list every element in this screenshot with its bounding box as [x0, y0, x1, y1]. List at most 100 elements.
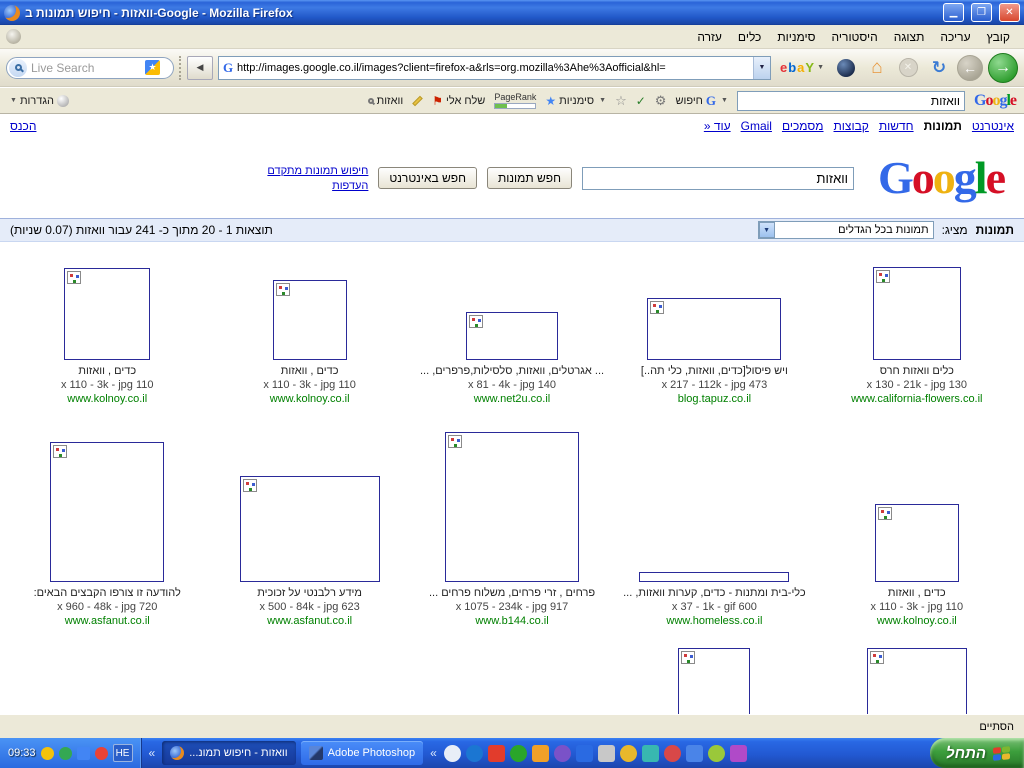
url-bar[interactable]: G http://images.google.co.il/images?clie…: [218, 55, 771, 80]
select-arrow-icon[interactable]: ▼: [758, 222, 775, 238]
toolbar-settings-button[interactable]: ▼ הגדרות: [8, 94, 69, 107]
menu-history[interactable]: היסטוריה: [824, 27, 886, 47]
dropdown-history-button[interactable]: ◀: [187, 55, 213, 80]
taskbar-chevron-icon[interactable]: «: [147, 746, 158, 760]
ebay-dropdown-caret[interactable]: ▼: [817, 64, 824, 71]
toolbar-search-button[interactable]: חיפוש G ▼: [675, 93, 728, 109]
menu-help[interactable]: עזרה: [689, 27, 730, 47]
quick-launch-icon[interactable]: [575, 744, 593, 762]
result-url[interactable]: www.california-flowers.co.il: [816, 392, 1018, 406]
minimize-button[interactable]: ▁: [943, 3, 964, 22]
tray-antivirus-icon[interactable]: [58, 746, 72, 760]
menu-file[interactable]: קובץ: [979, 27, 1018, 47]
url-text[interactable]: http://images.google.co.il/images?client…: [237, 62, 753, 74]
result-url[interactable]: blog.tapuz.co.il: [613, 392, 815, 406]
menu-bookmarks[interactable]: סימניות: [769, 27, 823, 47]
link-more[interactable]: עוד «: [704, 119, 731, 133]
result-url[interactable]: www.kolnoy.co.il: [6, 392, 208, 406]
result-caption[interactable]: כלים וואזות חרס: [816, 364, 1018, 378]
highlight-button[interactable]: וואזות: [367, 95, 403, 107]
link-news[interactable]: חדשות: [879, 119, 914, 133]
taskbar-button-firefox[interactable]: וואזות - חיפוש תמונ...: [162, 741, 296, 765]
language-indicator[interactable]: HE: [112, 744, 133, 762]
quick-launch-icon[interactable]: [553, 744, 571, 762]
url-dropdown-button[interactable]: ▼: [752, 56, 770, 79]
result-caption[interactable]: כדים , וואזות: [816, 586, 1018, 600]
result-caption[interactable]: מידע רלבנטי על זכוכית: [208, 586, 410, 600]
ebay-button[interactable]: e b a Y ▼: [776, 56, 828, 80]
search-engine-icon[interactable]: ★: [145, 60, 160, 75]
result-caption[interactable]: ... אגרטלים, וואזות, סלסילות,פרפרים, ...: [411, 364, 613, 378]
result-thumbnail[interactable]: [272, 280, 347, 360]
bookmarks-button[interactable]: ★ סימניות ▼: [545, 94, 606, 108]
sign-in-link[interactable]: הכנס: [10, 119, 36, 133]
result-caption[interactable]: כדים , וואזות: [6, 364, 208, 378]
marker-button[interactable]: [412, 95, 424, 106]
link-web[interactable]: אינטרנט: [972, 119, 1014, 133]
link-gmail[interactable]: Gmail: [741, 119, 772, 133]
quick-launch-icon[interactable]: [597, 744, 615, 762]
image-search-input[interactable]: [582, 166, 855, 190]
result-caption[interactable]: כלי-בית ומתנות - כדים, קערות וואזות, ...: [613, 586, 815, 600]
taskbar-chevron-icon[interactable]: «: [428, 746, 439, 760]
menu-edit[interactable]: עריכה: [932, 27, 978, 47]
advanced-image-search-link[interactable]: חיפוש תמונות מתקדם: [267, 165, 368, 177]
result-url[interactable]: www.kolnoy.co.il: [816, 614, 1018, 628]
result-thumbnail[interactable]: [866, 648, 967, 714]
quick-launch-icon[interactable]: [443, 744, 461, 762]
search-go-button[interactable]: [9, 58, 27, 77]
quick-launch-icon[interactable]: [707, 744, 725, 762]
quick-launch-icon[interactable]: [465, 744, 483, 762]
result-caption[interactable]: ויש פיסול[כדים, וואזות, כלי תה..]: [613, 364, 815, 378]
tray-messenger-icon[interactable]: [40, 746, 54, 760]
spellcheck-button[interactable]: ✓: [636, 94, 646, 108]
search-images-button[interactable]: חפש תמונות: [486, 167, 573, 189]
menu-view[interactable]: תצוגה: [886, 27, 933, 47]
tray-volume-icon[interactable]: [94, 746, 108, 760]
result-url[interactable]: www.kolnoy.co.il: [208, 392, 410, 406]
quick-launch-icon[interactable]: [685, 744, 703, 762]
result-thumbnail[interactable]: [874, 504, 959, 582]
search-web-button[interactable]: חפש באינטרנט: [378, 167, 477, 189]
close-button[interactable]: ✕: [999, 3, 1020, 22]
result-caption[interactable]: פרחים , זרי פרחים, משלוח פרחים ...: [411, 586, 613, 600]
result-url[interactable]: www.asfanut.co.il: [6, 614, 208, 628]
quick-launch-icon[interactable]: [487, 744, 505, 762]
stop-button[interactable]: ✕: [895, 55, 921, 81]
quick-launch-icon[interactable]: [663, 744, 681, 762]
size-filter-select[interactable]: תמונות בכל הגדלים ▼: [757, 221, 934, 239]
toolbar-options-button[interactable]: ⚙: [655, 93, 667, 109]
web-search-box[interactable]: ★: [6, 56, 174, 79]
quick-launch-icon[interactable]: [509, 744, 527, 762]
quick-launch-icon[interactable]: [619, 744, 637, 762]
window-titlebar[interactable]: וואזות - חיפוש תמונות ב-Google - Mozilla…: [0, 0, 1024, 25]
pagerank-meter[interactable]: PageRank: [494, 92, 536, 109]
menu-tools[interactable]: כלים: [730, 27, 769, 47]
home-button[interactable]: ⌂: [864, 55, 890, 81]
result-thumbnail[interactable]: [50, 442, 165, 582]
toolbar-search-input[interactable]: [736, 90, 965, 111]
result-thumbnail[interactable]: [678, 648, 751, 714]
link-docs[interactable]: מסמכים: [782, 119, 824, 133]
result-thumbnail[interactable]: [239, 476, 380, 582]
extension-globe-button[interactable]: [833, 55, 859, 81]
result-thumbnail[interactable]: [64, 268, 151, 360]
tray-network-icon[interactable]: [76, 746, 90, 760]
result-thumbnail[interactable]: [466, 312, 559, 360]
result-url[interactable]: www.homeless.co.il: [613, 614, 815, 628]
quick-launch-icon[interactable]: [531, 744, 549, 762]
start-button[interactable]: התחל: [930, 738, 1024, 768]
maximize-button[interactable]: ❐: [971, 3, 992, 22]
send-to-button[interactable]: ⚑ שלח אלי: [432, 94, 485, 108]
forward-button[interactable]: ←: [957, 54, 983, 81]
result-url[interactable]: www.net2u.co.il: [411, 392, 613, 406]
result-url[interactable]: www.b144.co.il: [411, 614, 613, 628]
link-groups[interactable]: קבוצות: [834, 119, 869, 133]
taskbar-button-photoshop[interactable]: Adobe Photoshop: [300, 741, 424, 765]
result-url[interactable]: www.asfanut.co.il: [208, 614, 410, 628]
result-caption[interactable]: כדים , וואזות: [208, 364, 410, 378]
result-thumbnail[interactable]: [647, 298, 782, 360]
quick-launch-icon[interactable]: [729, 744, 747, 762]
preferences-link[interactable]: העדפות: [332, 180, 368, 192]
quick-launch-icon[interactable]: [641, 744, 659, 762]
